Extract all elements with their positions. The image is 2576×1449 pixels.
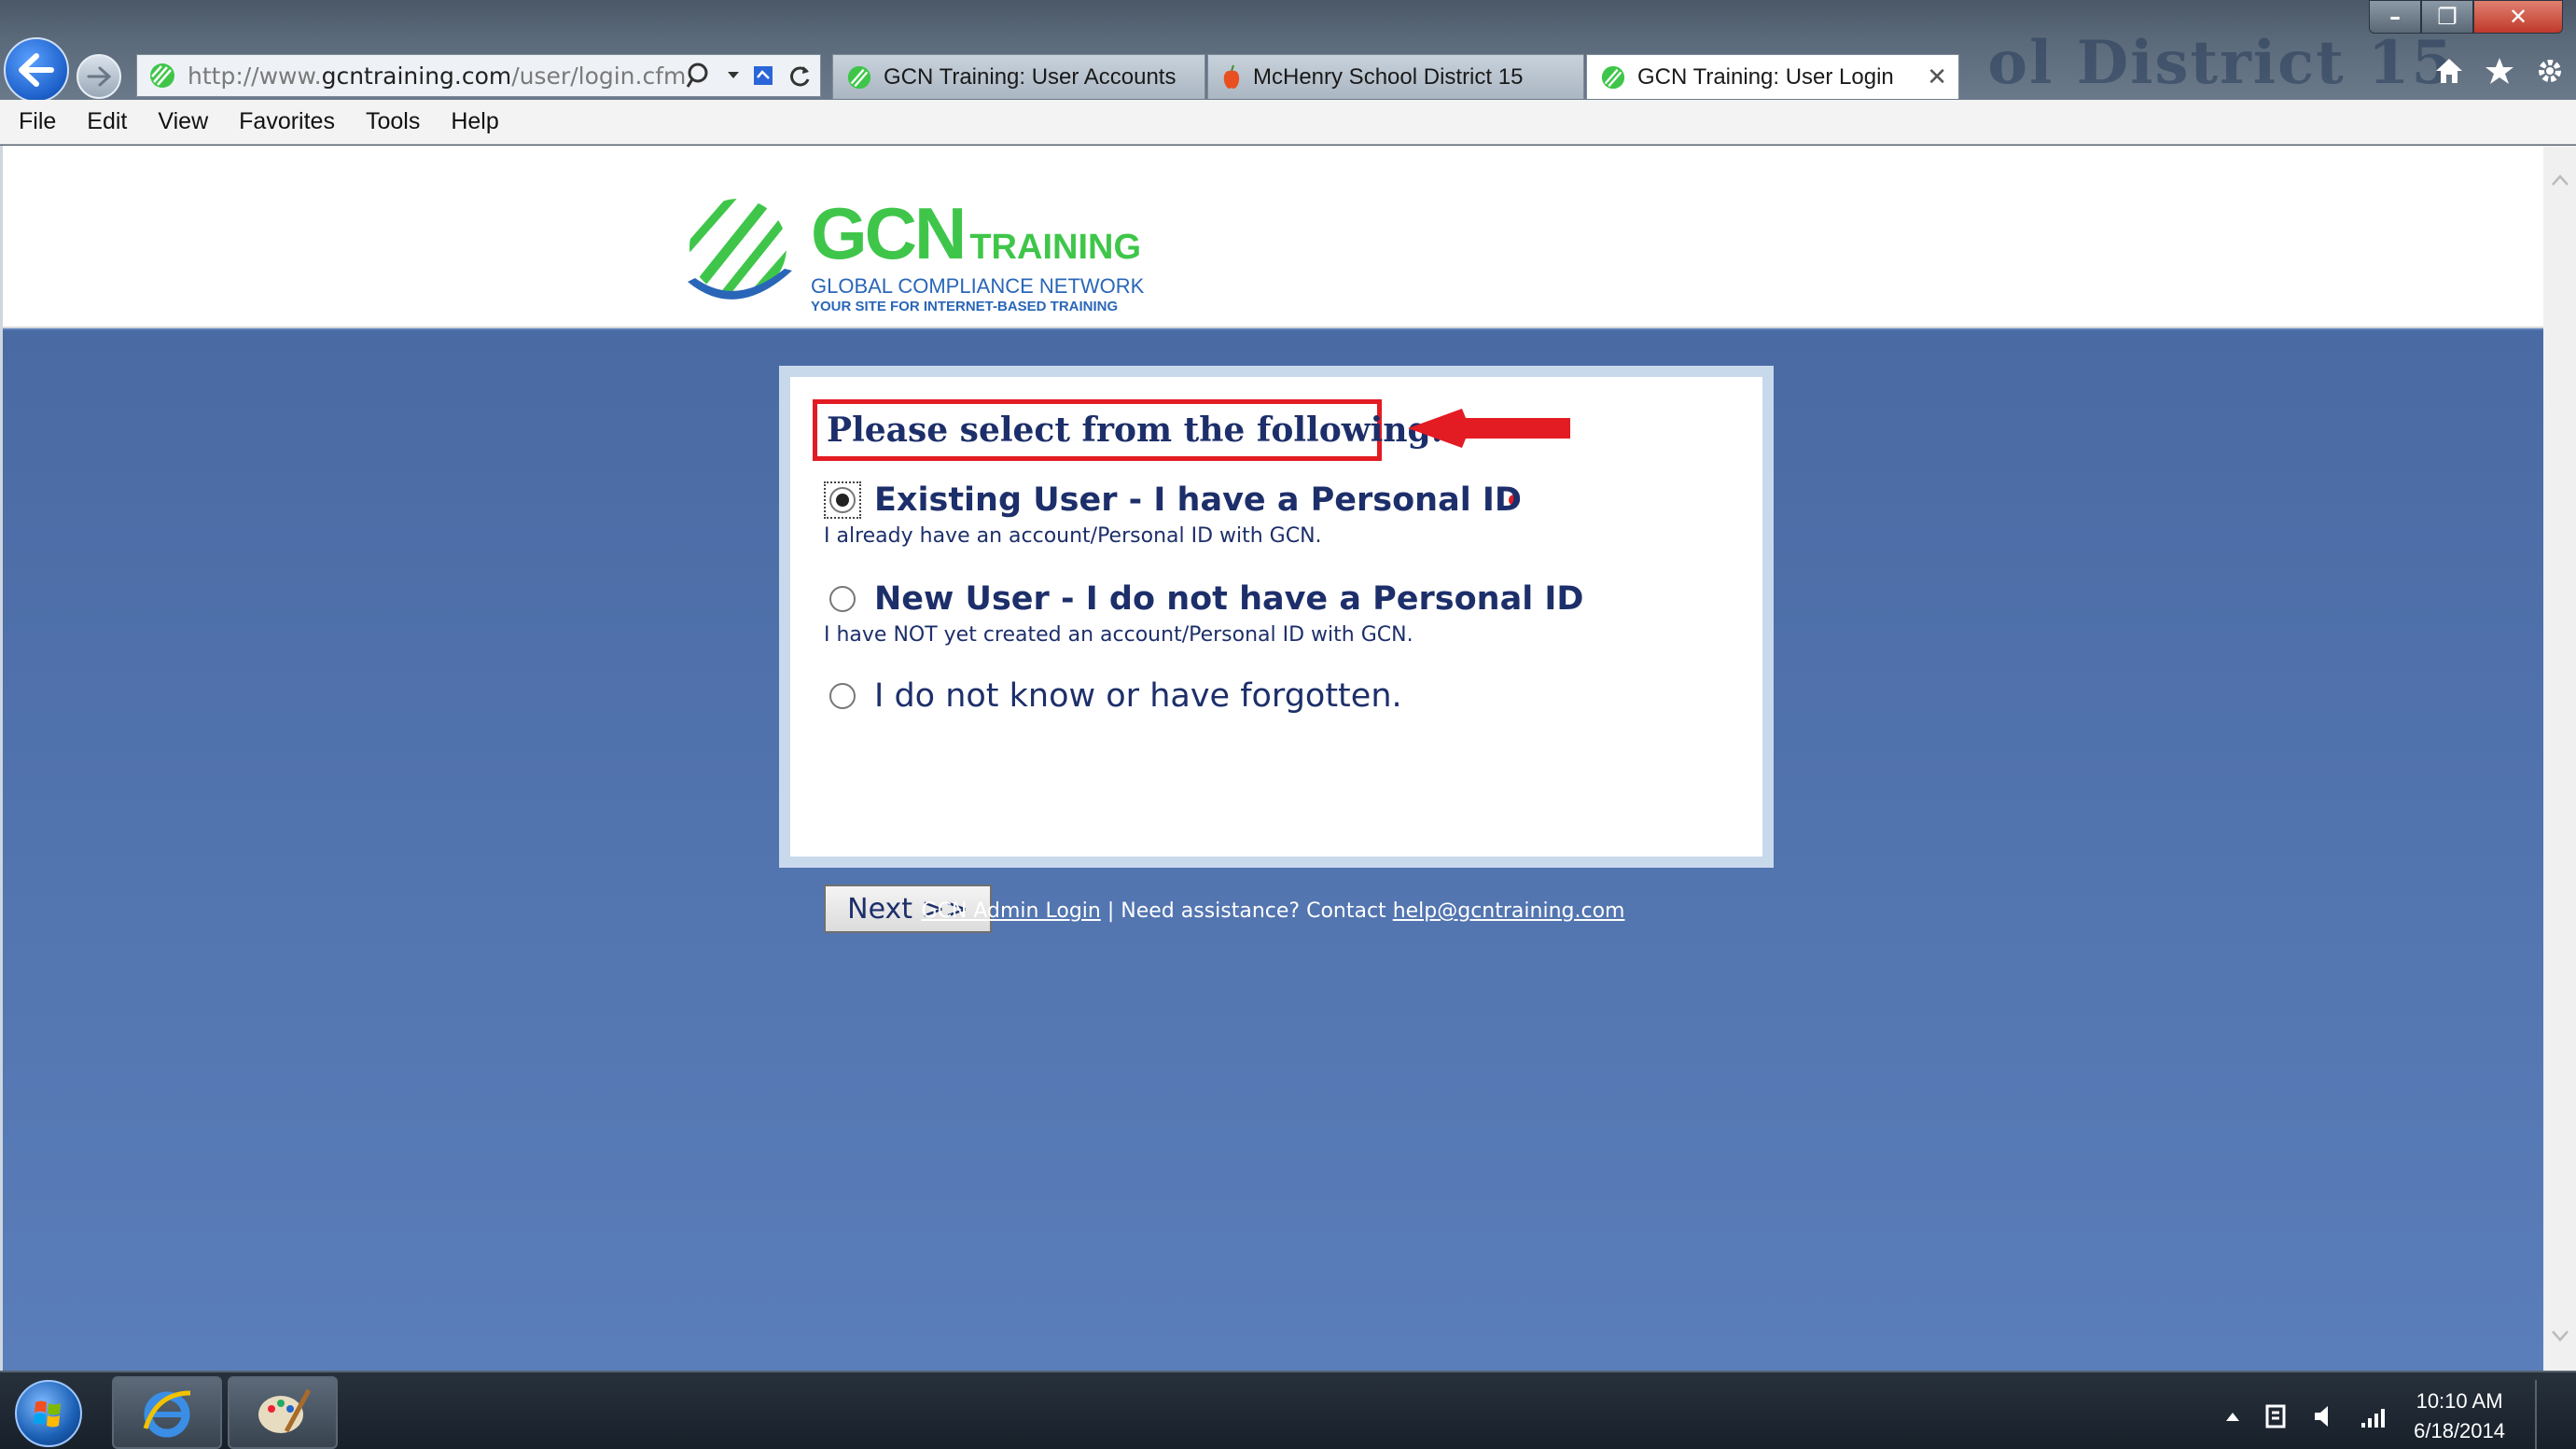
network-signal-icon[interactable] <box>2360 1404 2389 1428</box>
forgotten-radio[interactable] <box>829 683 856 709</box>
new-user-radio[interactable] <box>829 586 856 612</box>
volume-icon[interactable] <box>2313 1403 2335 1429</box>
refresh-icon[interactable] <box>787 63 813 89</box>
logo-name: GCN <box>811 192 967 274</box>
window-controls: – ❐ ✕ <box>2369 0 2563 34</box>
vertical-scrollbar[interactable] <box>2543 146 2576 1371</box>
tab-user-accounts[interactable]: GCN Training: User Accounts <box>832 54 1205 99</box>
start-button[interactable] <box>15 1380 82 1447</box>
windows-logo-icon <box>34 1400 61 1428</box>
url-text[interactable]: http://www.gcntraining.com/user/login.cf… <box>188 63 686 90</box>
restore-button[interactable]: ❐ <box>2421 0 2473 34</box>
tab-user-login[interactable]: GCN Training: User Login ✕ <box>1586 54 1959 99</box>
clock-time: 10:10 AM <box>2416 1389 2503 1413</box>
help-email-link[interactable]: help@gcntraining.com <box>1393 899 1625 923</box>
existing-user-radio[interactable] <box>829 487 856 513</box>
menu-bar: File Edit View Favorites Tools Help <box>0 100 2576 145</box>
taskbar-paint-button[interactable] <box>228 1376 338 1449</box>
radio-focus-ring <box>824 481 861 519</box>
menu-tools[interactable]: Tools <box>366 108 420 135</box>
search-icon[interactable] <box>686 61 714 91</box>
show-desktop-button[interactable] <box>2535 1380 2548 1449</box>
browser-titlebar: ol District 15 – ❐ ✕ http://www.gcntrain… <box>0 0 2576 103</box>
page-header: GCN TRAINING GLOBAL COMPLIANCE NETWORK Y… <box>3 146 2543 328</box>
forward-button[interactable] <box>77 54 121 99</box>
gcn-globe-icon <box>688 199 792 300</box>
back-button[interactable] <box>4 37 69 103</box>
clock-date: 6/18/2014 <box>2414 1419 2505 1442</box>
scroll-up-icon[interactable] <box>2551 174 2569 187</box>
assistance-text: Need assistance? Contact <box>1121 899 1386 923</box>
new-user-description: I have NOT yet created an account/Person… <box>824 623 1413 647</box>
annotation-arrow-icon <box>1408 409 1570 448</box>
menu-favorites[interactable]: Favorites <box>239 108 335 135</box>
logo-text: GCN TRAINING GLOBAL COMPLIANCE NETWORK Y… <box>811 196 1144 314</box>
logo-training: TRAINING <box>969 228 1141 267</box>
taskbar: 10:10 AM 6/18/2014 <box>0 1371 2576 1449</box>
scroll-down-icon[interactable] <box>2551 1330 2569 1343</box>
logo-tagline: YOUR SITE FOR INTERNET-BASED TRAINING <box>811 299 1119 314</box>
taskbar-clock[interactable]: 10:10 AM 6/18/2014 <box>2414 1386 2505 1446</box>
forgotten-label[interactable]: I do not know or have forgotten. <box>874 677 1402 715</box>
internet-explorer-icon <box>143 1390 191 1438</box>
gcn-favicon-icon <box>847 65 871 89</box>
page-viewport: GCN TRAINING GLOBAL COMPLIANCE NETWORK Y… <box>0 146 2543 1371</box>
taskbar-ie-button[interactable] <box>112 1376 222 1449</box>
login-selection-card: Please select from the following: Existi… <box>779 366 1774 933</box>
page-footer: GCN Admin Login | Need assistance? Conta… <box>3 899 2543 923</box>
existing-user-label[interactable]: Existing User - I have a Personal ID <box>874 481 1522 519</box>
menu-edit[interactable]: Edit <box>87 108 127 135</box>
existing-user-description: I already have an account/Personal ID wi… <box>824 524 1322 548</box>
compatibility-view-icon[interactable] <box>753 63 773 88</box>
option-forgotten[interactable]: I do not know or have forgotten. <box>824 677 1402 715</box>
tab-mchenry[interactable]: McHenry School District 15 <box>1207 54 1584 99</box>
footer-separator: | <box>1107 899 1115 923</box>
close-tab-icon[interactable]: ✕ <box>1927 63 1947 91</box>
site-favicon <box>150 63 174 88</box>
gear-icon[interactable] <box>2535 56 2565 86</box>
new-user-label[interactable]: New User - I do not have a Personal ID <box>874 580 1583 618</box>
logo-subtitle: GLOBAL COMPLIANCE NETWORK <box>811 274 1145 298</box>
favorites-star-icon[interactable] <box>2485 56 2514 86</box>
gcn-logo[interactable]: GCN TRAINING GLOBAL COMPLIANCE NETWORK Y… <box>680 196 1144 314</box>
forward-arrow-icon <box>87 66 111 87</box>
menu-file[interactable]: File <box>19 108 56 135</box>
minimize-button[interactable]: – <box>2369 0 2421 34</box>
back-arrow-icon <box>19 53 54 87</box>
option-existing-user[interactable]: Existing User - I have a Personal ID I a… <box>824 481 1522 548</box>
menu-view[interactable]: View <box>158 108 208 135</box>
system-tray: 10:10 AM 6/18/2014 <box>2225 1380 2548 1449</box>
card-heading: Please select from the following: <box>827 411 1444 450</box>
heading-highlight-box: Please select from the following: <box>813 399 1443 461</box>
browser-toolbar-right <box>2434 56 2565 86</box>
home-icon[interactable] <box>2434 56 2464 86</box>
apple-favicon-icon <box>1223 64 1240 89</box>
show-hidden-icons-icon[interactable] <box>2225 1411 2240 1422</box>
dropdown-arrow-icon[interactable] <box>727 71 740 80</box>
address-bar[interactable]: http://www.gcntraining.com/user/login.cf… <box>136 54 821 97</box>
close-window-button[interactable]: ✕ <box>2473 0 2563 34</box>
paint-icon <box>258 1388 312 1433</box>
option-new-user[interactable]: New User - I do not have a Personal ID I… <box>824 580 1583 647</box>
address-bar-icons <box>686 61 813 91</box>
action-center-flag-icon[interactable] <box>2264 1402 2289 1430</box>
admin-login-link[interactable]: GCN Admin Login <box>922 899 1101 923</box>
menu-help[interactable]: Help <box>451 108 498 135</box>
background-watermark: ol District 15 <box>1987 28 2455 98</box>
gcn-favicon-icon <box>1601 65 1625 89</box>
